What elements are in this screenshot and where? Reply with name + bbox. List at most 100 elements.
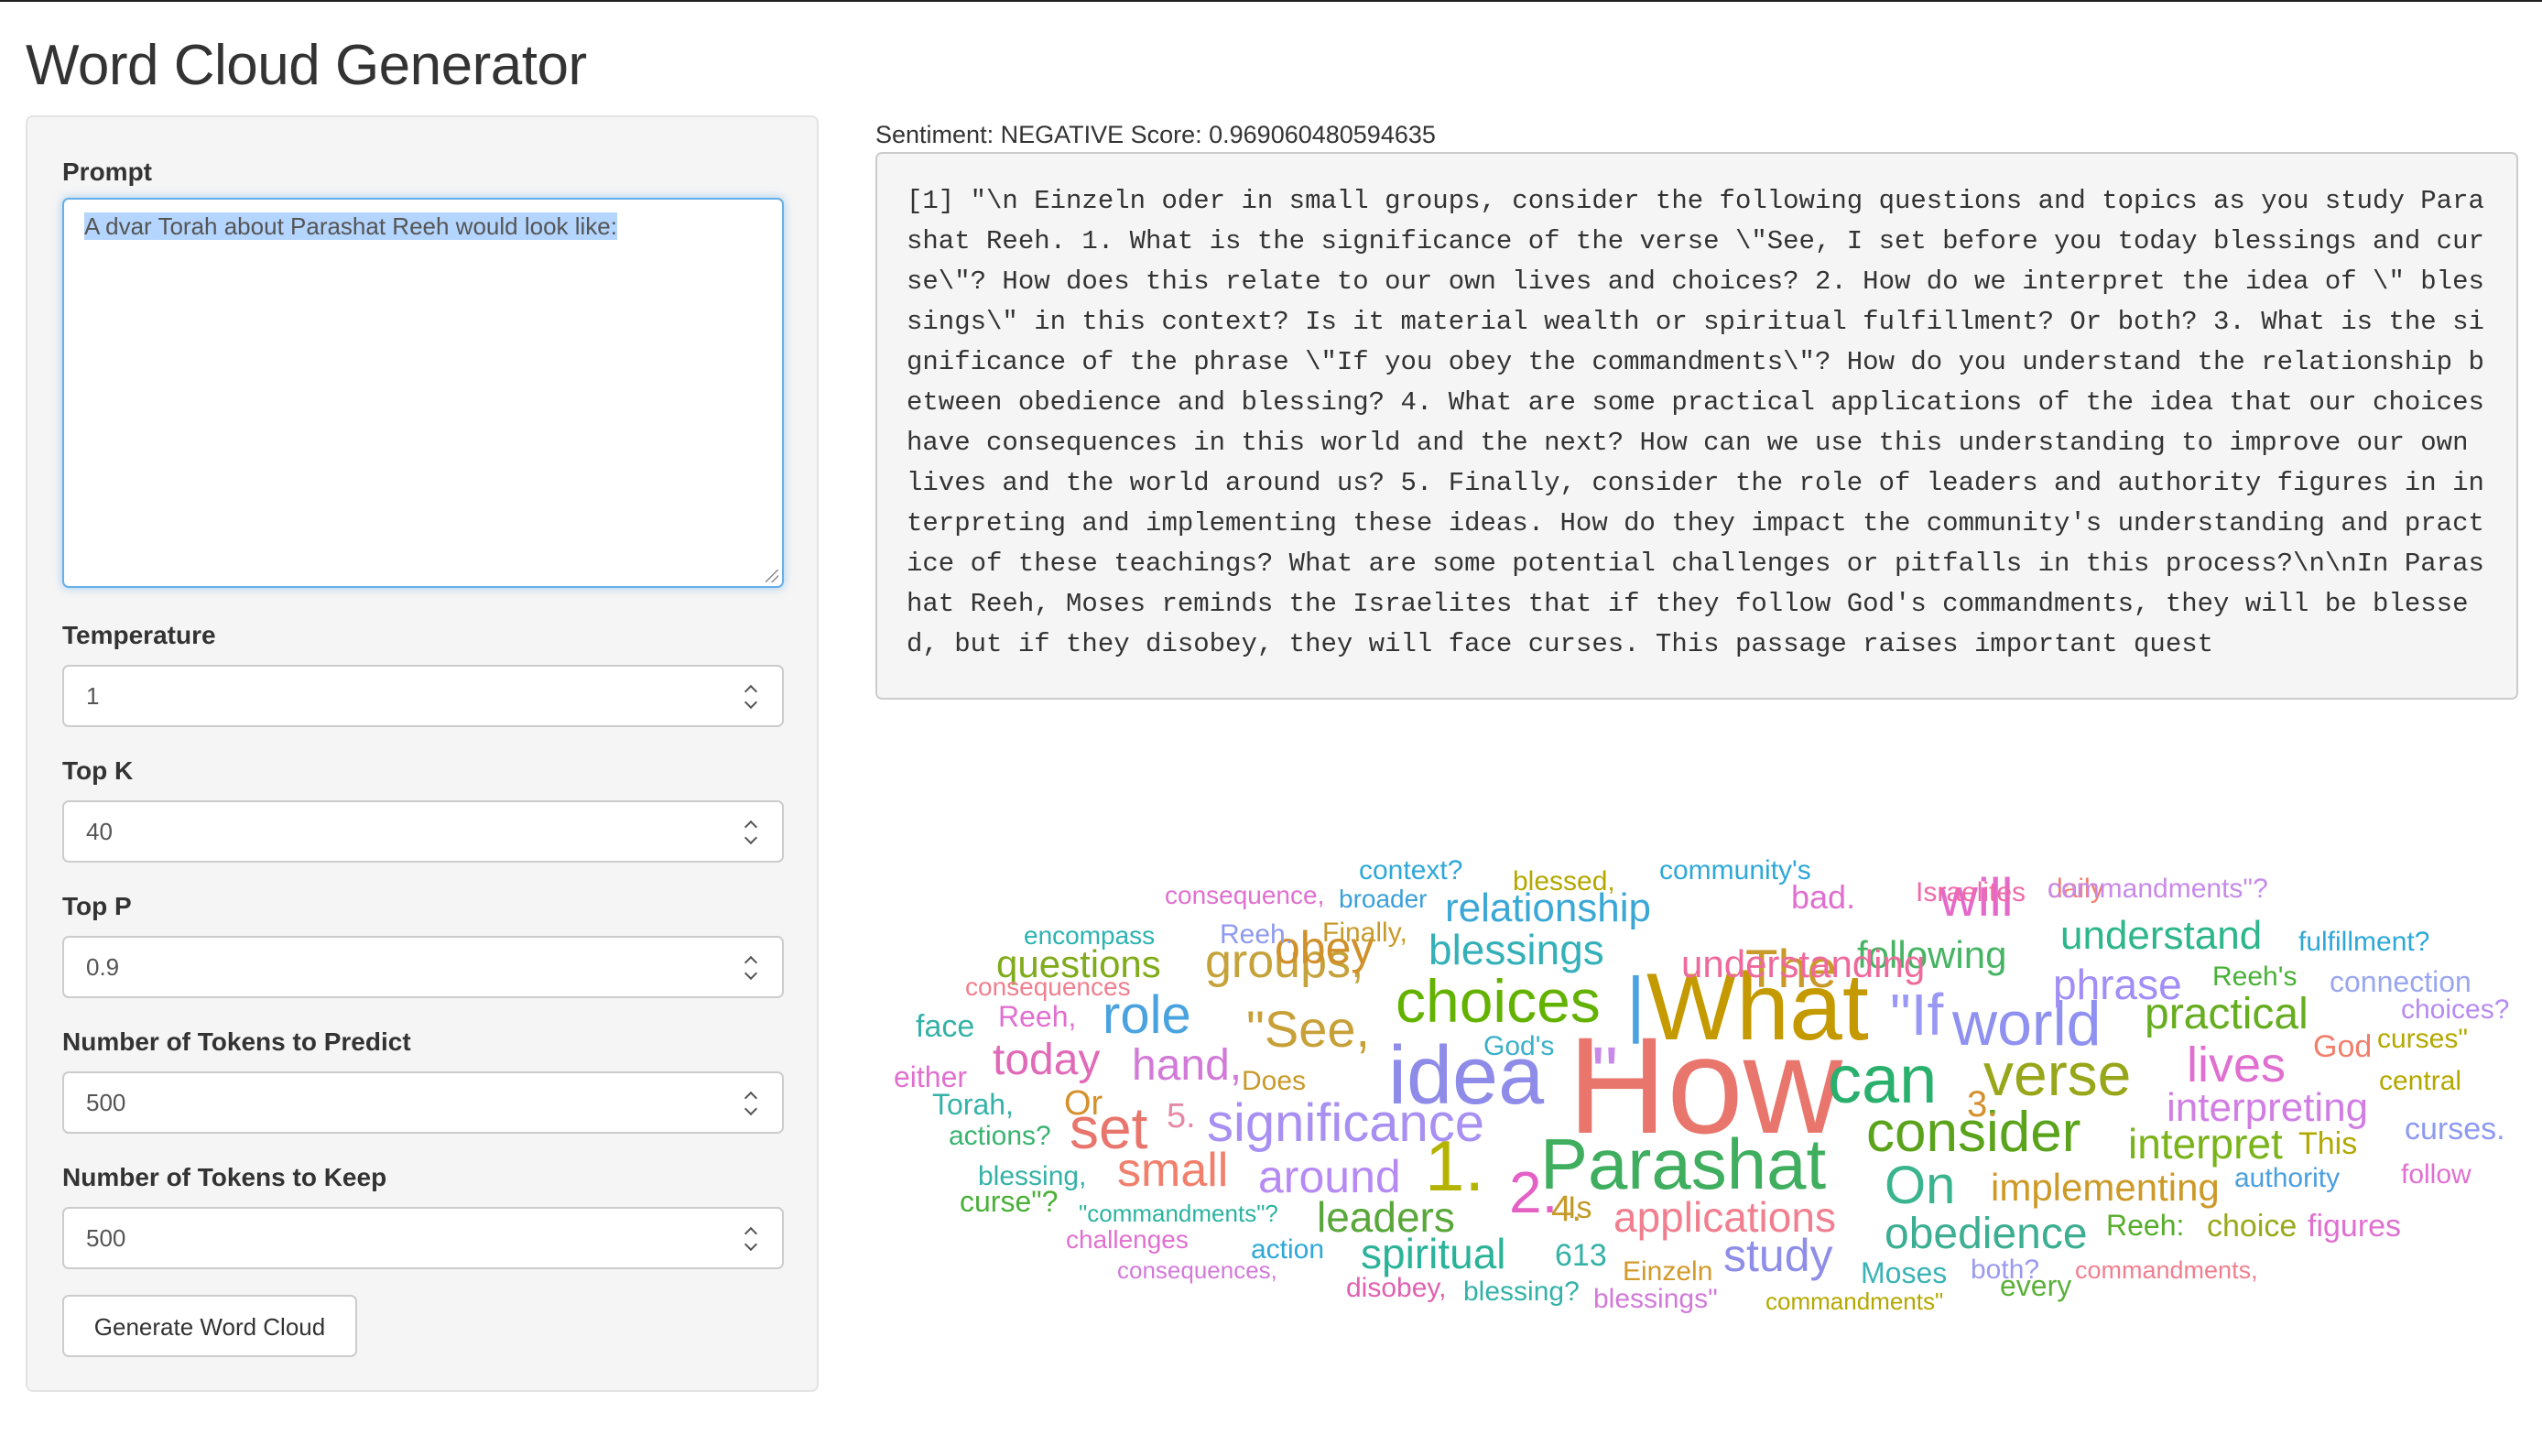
- prompt-textarea[interactable]: A dvar Torah about Parashat Reeh would l…: [62, 198, 784, 588]
- word-cloud-word: God: [2313, 1029, 2373, 1064]
- word-cloud-word: every: [2000, 1269, 2072, 1302]
- prompt-label: Prompt: [62, 158, 152, 186]
- ntokens-label: Number of Tokens to Predict: [62, 1027, 411, 1056]
- sentiment-text: Sentiment: NEGATIVE Score: 0.96906048059…: [875, 121, 1436, 148]
- word-cloud-word: context?: [1359, 855, 1463, 886]
- word-cloud-word: curses.: [2405, 1112, 2505, 1146]
- word-cloud-word: God's: [1483, 1031, 1555, 1061]
- word-cloud-word: interpreting: [2167, 1085, 2369, 1130]
- word-cloud-word: Reeh.: [1220, 919, 1294, 950]
- prompt-text: A dvar Torah about Parashat Reeh would l…: [84, 212, 617, 240]
- word-cloud-word: curse"?: [960, 1185, 1059, 1218]
- sidebar-panel: Prompt A dvar Torah about Parashat Reeh …: [26, 115, 819, 1392]
- word-cloud-word: Reeh:: [2106, 1209, 2185, 1242]
- word-cloud-word: blessings: [1429, 926, 1604, 973]
- ntokens-spinner-icon[interactable]: [744, 1090, 758, 1117]
- word-cloud-word: choices?: [2401, 994, 2510, 1025]
- word-cloud-word: 3.: [1967, 1084, 1998, 1125]
- word-cloud-word: today: [993, 1036, 1101, 1084]
- word-cloud-word: commandments": [1765, 1288, 1944, 1315]
- word-cloud-word: fulfillment?: [2298, 927, 2430, 957]
- window-top-border: [0, 0, 2542, 2]
- word-cloud-word: community's: [1659, 855, 1811, 886]
- word-cloud-word: encompass: [1024, 921, 1156, 950]
- word-cloud-word: central: [2379, 1066, 2462, 1096]
- word-cloud-word: implementing: [1991, 1166, 2220, 1209]
- word-cloud-word: bad.: [1791, 878, 1856, 916]
- word-cloud-word: Israelites: [1916, 877, 2026, 907]
- word-cloud-word: hand,: [1132, 1041, 1243, 1090]
- word-cloud-word: blessings": [1593, 1284, 1718, 1314]
- nkeep-label: Number of Tokens to Keep: [62, 1163, 387, 1191]
- word-cloud-word: small: [1117, 1144, 1229, 1197]
- word-cloud-word: 613: [1555, 1238, 1607, 1273]
- ntokens-input[interactable]: 500: [62, 1071, 784, 1134]
- word-cloud-word: phrase: [2053, 961, 2182, 1008]
- word-cloud-word: "commandments"?: [1079, 1200, 1278, 1227]
- word-cloud-word: figures: [2308, 1209, 2402, 1244]
- word-cloud-word: face: [916, 1009, 975, 1044]
- temperature-input[interactable]: 1: [62, 665, 784, 727]
- word-cloud-word: blessed,: [1513, 866, 1615, 896]
- topk-spinner-icon[interactable]: [744, 819, 758, 846]
- topp-value: 0.9: [86, 953, 120, 981]
- nkeep-input[interactable]: 500: [62, 1207, 784, 1269]
- word-cloud-word: ": [1591, 1032, 1619, 1115]
- topp-input[interactable]: 0.9: [62, 936, 784, 998]
- word-cloud-word: 1.: [1425, 1125, 1485, 1206]
- word-cloud-word: Reeh,: [998, 1000, 1077, 1033]
- word-cloud-word: consequence,: [1165, 881, 1325, 909]
- topk-input[interactable]: 40: [62, 800, 784, 863]
- word-cloud-word: actions?: [949, 1121, 1051, 1151]
- word-cloud-word: This: [2298, 1126, 2358, 1161]
- word-cloud-word: follow: [2401, 1159, 2471, 1190]
- word-cloud-word: choices: [1396, 967, 1601, 1035]
- generated-text: [1] "\n Einzeln oder in small groups, co…: [907, 186, 2484, 659]
- word-cloud-word: Reeh's: [2212, 962, 2298, 992]
- word-cloud: How What idea Parashat choices can consider wor…: [875, 824, 2524, 1337]
- word-cloud-word: choice: [2207, 1209, 2298, 1244]
- word-cloud-word: 5.: [1167, 1097, 1196, 1135]
- word-cloud-word: "If: [1890, 982, 1944, 1048]
- word-cloud-word: consequences,: [1117, 1256, 1277, 1284]
- word-cloud-word: curses": [2377, 1024, 2469, 1054]
- word-cloud-word: Is: [1568, 1190, 1592, 1225]
- word-cloud-word: broader: [1339, 885, 1428, 913]
- generate-word-cloud-button[interactable]: Generate Word Cloud: [62, 1295, 357, 1357]
- word-cloud-word: applications: [1613, 1193, 1836, 1241]
- temperature-spinner-icon[interactable]: [744, 683, 758, 711]
- word-cloud-word: spiritual: [1361, 1230, 1506, 1277]
- word-cloud-word: authority: [2234, 1163, 2341, 1193]
- word-cloud-word: Einzeln: [1623, 1256, 1713, 1287]
- topp-label: Top P: [62, 892, 132, 920]
- temperature-label: Temperature: [62, 621, 216, 649]
- word-cloud-word: lives: [2187, 1038, 2287, 1092]
- word-cloud-word: connection: [2330, 965, 2471, 998]
- word-cloud-word: |: [1626, 962, 1646, 1044]
- word-cloud-word: Parashat: [1540, 1124, 1827, 1204]
- word-cloud-word: Torah,: [932, 1088, 1014, 1121]
- resize-handle[interactable]: [766, 570, 778, 582]
- word-cloud-word: Moses: [1861, 1256, 1948, 1289]
- word-cloud-word: understanding: [1681, 942, 1926, 985]
- topp-spinner-icon[interactable]: [744, 954, 758, 982]
- word-cloud-word: understand: [2060, 913, 2263, 958]
- topk-value: 40: [86, 818, 113, 845]
- word-cloud-word: consequences: [965, 972, 1131, 1001]
- nkeep-value: 500: [86, 1224, 126, 1252]
- word-cloud-word: challenges: [1066, 1225, 1189, 1254]
- word-cloud-word: commandments,: [2075, 1256, 2258, 1284]
- word-cloud-word: On: [1885, 1156, 1956, 1215]
- nkeep-spinner-icon[interactable]: [744, 1225, 758, 1253]
- word-cloud-word: commandments"?: [2048, 874, 2268, 904]
- output-textbox[interactable]: [1] "\n Einzeln oder in small groups, co…: [875, 152, 2518, 700]
- page-title: Word Cloud Generator: [26, 34, 587, 97]
- word-cloud-word: verse: [1983, 1040, 2132, 1108]
- word-cloud-word: Does: [1242, 1066, 1307, 1096]
- ntokens-value: 500: [86, 1089, 126, 1116]
- word-cloud-word: Or: [1064, 1084, 1103, 1123]
- word-cloud-word: disobey,: [1346, 1273, 1447, 1303]
- word-cloud-word: "See,: [1246, 1000, 1371, 1058]
- word-cloud-word: blessing?: [1463, 1277, 1580, 1307]
- word-cloud-word: obedience: [1885, 1210, 2088, 1258]
